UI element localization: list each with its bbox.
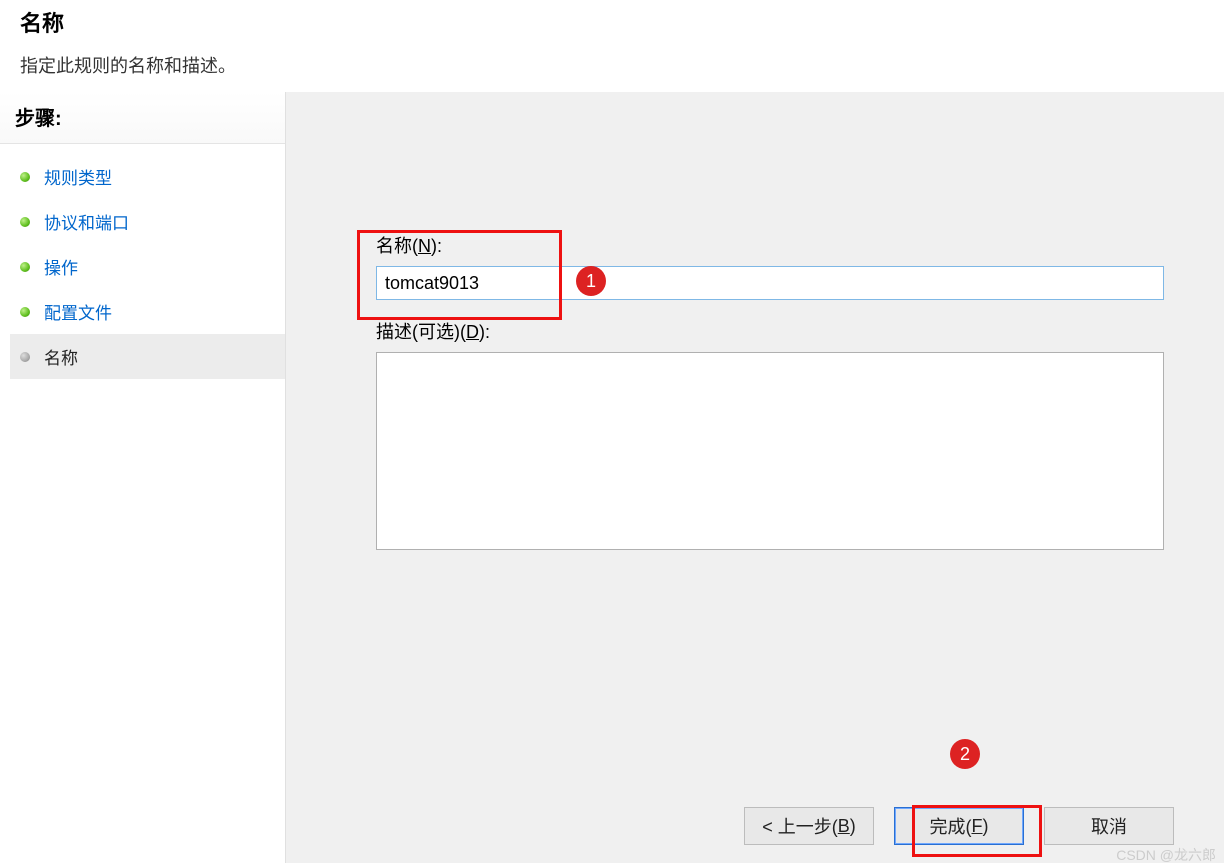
step-name: 名称 bbox=[10, 334, 285, 379]
finish-button[interactable]: 完成(F) bbox=[894, 807, 1024, 845]
step-rule-type[interactable]: 规则类型 bbox=[10, 154, 285, 199]
cancel-button[interactable]: 取消 bbox=[1044, 807, 1174, 845]
bullet-icon bbox=[20, 352, 30, 362]
description-textarea[interactable] bbox=[376, 352, 1164, 550]
main-row: 步骤: 规则类型 协议和端口 操作 配置文件 名称 bbox=[0, 92, 1224, 863]
watermark: CSDN @龙六郎 bbox=[1116, 845, 1216, 865]
wizard-steps-sidebar: 步骤: 规则类型 协议和端口 操作 配置文件 名称 bbox=[0, 92, 285, 863]
bullet-icon bbox=[20, 262, 30, 272]
step-label: 名称 bbox=[44, 344, 78, 369]
annotation-badge-2: 2 bbox=[950, 739, 980, 769]
wizard-header: 名称 指定此规则的名称和描述。 bbox=[0, 0, 1224, 78]
step-action[interactable]: 操作 bbox=[10, 244, 285, 289]
step-profile[interactable]: 配置文件 bbox=[10, 289, 285, 334]
bullet-icon bbox=[20, 172, 30, 182]
back-button[interactable]: < 上一步(B) bbox=[744, 807, 874, 845]
bullet-icon bbox=[20, 217, 30, 227]
step-label: 操作 bbox=[44, 254, 78, 279]
bullet-icon bbox=[20, 307, 30, 317]
page-description: 指定此规则的名称和描述。 bbox=[20, 52, 1224, 78]
step-label: 规则类型 bbox=[44, 164, 112, 189]
step-label: 协议和端口 bbox=[44, 209, 129, 234]
step-label: 配置文件 bbox=[44, 299, 112, 324]
page-title: 名称 bbox=[20, 6, 1224, 38]
name-label: 名称(N): bbox=[376, 232, 1164, 258]
sidebar-title: 步骤: bbox=[0, 92, 285, 144]
name-input[interactable] bbox=[376, 266, 1164, 300]
step-protocol-ports[interactable]: 协议和端口 bbox=[10, 199, 285, 244]
description-label: 描述(可选)(D): bbox=[376, 318, 1164, 344]
wizard-content: 名称(N): 描述(可选)(D): < 上一步(B) 完成(F) 取消 2 bbox=[285, 92, 1224, 863]
